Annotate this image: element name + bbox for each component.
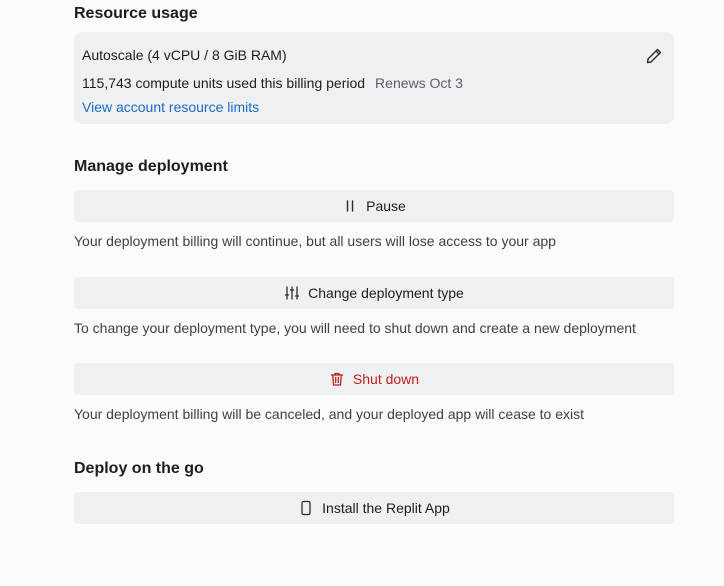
pause-icon [342,198,358,214]
shut-down-label: Shut down [352,371,420,387]
sliders-icon [284,285,300,301]
install-replit-app-label: Install the Replit App [322,500,450,516]
install-replit-app-button[interactable]: Install the Replit App [74,492,674,524]
pause-label: Pause [366,198,406,214]
change-deployment-type-button[interactable]: Change deployment type [74,277,674,309]
change-type-description: To change your deployment type, you will… [74,320,636,336]
deploy-on-the-go-title: Deploy on the go [74,460,204,477]
plan-label: Autoscale (4 vCPU / 8 GiB RAM) [82,47,287,63]
view-resource-limits-link[interactable]: View account resource limits [82,99,259,115]
shut-down-button[interactable]: Shut down [74,363,674,395]
resource-usage-card: Autoscale (4 vCPU / 8 GiB RAM) 115,743 c… [74,32,674,124]
resource-usage-title: Resource usage [74,5,198,22]
manage-deployment-title: Manage deployment [74,158,228,175]
pause-description: Your deployment billing will continue, b… [74,233,556,249]
change-deployment-type-label: Change deployment type [308,285,464,301]
phone-icon [298,500,314,516]
trash-icon [329,371,345,387]
pencil-icon[interactable] [644,46,664,66]
compute-usage-text: 115,743 compute units used this billing … [82,75,366,91]
renews-text: Renews Oct 3 [375,75,463,91]
pause-button[interactable]: Pause [74,190,674,222]
usage-line: 115,743 compute units used this billing … [82,75,463,91]
shut-down-description: Your deployment billing will be canceled… [74,406,585,422]
